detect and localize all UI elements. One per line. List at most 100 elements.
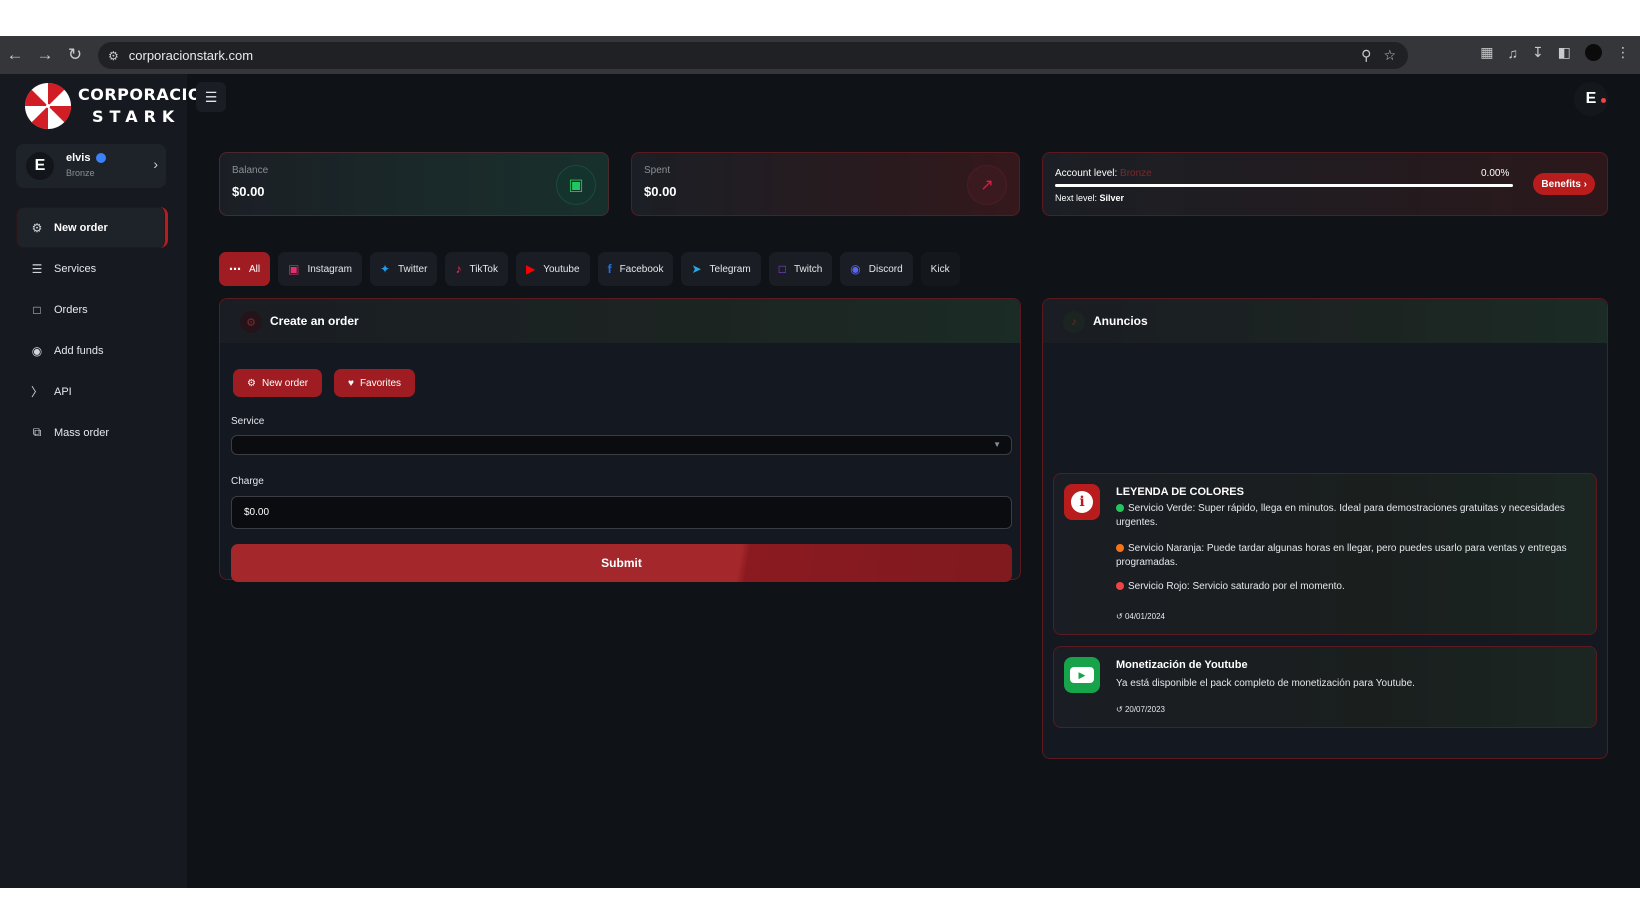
side-panel-icon[interactable]: ◧ <box>1558 44 1571 61</box>
media-icon[interactable]: ♫ <box>1508 45 1519 61</box>
browser-toolbar: ← → ↻ ⚙ corporacionstark.com ⚲ ☆ ▦ ♫ ↧ ◧… <box>0 36 1640 74</box>
submit-button[interactable]: Submit <box>231 544 1012 582</box>
benefits-button[interactable]: Benefits › <box>1533 173 1595 195</box>
tab-label: Facebook <box>619 263 664 275</box>
tab-telegram[interactable]: ➤ Telegram <box>681 252 761 286</box>
tab-twitch[interactable]: □ Twitch <box>768 252 833 286</box>
service-select[interactable]: ▼ <box>231 435 1012 455</box>
sidebar-item-new-order[interactable]: ⚙ New order <box>16 207 168 248</box>
spent-label: Spent <box>644 165 671 176</box>
account-level-label: Account level: Bronze <box>1055 168 1152 179</box>
sidebar-item-label: Orders <box>54 303 88 316</box>
announcement-line-orange: Servicio Naranja: Puede tardar algunas h… <box>1116 542 1576 570</box>
user-avatar: E <box>26 152 54 180</box>
tab-label: Kick <box>930 263 950 275</box>
tab-youtube[interactable]: ▶ Youtube <box>515 252 590 286</box>
service-label: Service <box>231 416 265 427</box>
tab-twitter[interactable]: ✦ Twitter <box>369 252 438 286</box>
tab-discord[interactable]: ◉ Discord <box>840 252 913 286</box>
address-bar[interactable]: ⚙ corporacionstark.com ⚲ ☆ <box>98 42 1408 69</box>
services-icon: ☰ <box>31 261 43 276</box>
charge-label: Charge <box>231 476 264 487</box>
new-order-button[interactable]: ⚙ New order <box>233 369 323 397</box>
sidebar-menu: ⚙ New order ☰ Services □ Orders ◉ Add fu… <box>16 207 168 453</box>
zoom-icon[interactable]: ⚲ <box>1361 47 1371 64</box>
facebook-icon: f <box>607 262 612 276</box>
telegram-icon: ➤ <box>691 262 702 276</box>
dots-icon: ⋯ <box>229 262 241 276</box>
account-level-text: Account level: <box>1055 168 1118 179</box>
announcements-title: Anuncios <box>1093 314 1148 328</box>
tab-facebook[interactable]: f Facebook <box>597 252 674 286</box>
tab-label: Instagram <box>307 263 352 275</box>
sidebar-item-orders[interactable]: □ Orders <box>16 289 168 330</box>
twitch-icon: □ <box>778 262 786 276</box>
bookmark-star-icon[interactable]: ☆ <box>1383 47 1396 64</box>
browser-menu-icon[interactable]: ⋮ <box>1616 44 1630 61</box>
tab-all[interactable]: ⋯ All <box>219 252 271 286</box>
announcement-card: ▶ Monetización de Youtube Ya está dispon… <box>1053 646 1597 728</box>
tab-label: Twitch <box>793 263 823 275</box>
chevron-right-icon: › <box>1583 178 1587 190</box>
chevron-right-icon[interactable]: › <box>153 156 158 172</box>
header-avatar[interactable]: E <box>1574 82 1608 116</box>
tab-kick[interactable]: Kick <box>920 252 960 286</box>
chart-line-icon: ↗ <box>967 165 1007 205</box>
announcement-date-text: 04/01/2024 <box>1124 612 1165 621</box>
forward-icon[interactable]: → <box>30 40 60 70</box>
extensions-icon[interactable]: ▦ <box>1480 44 1493 61</box>
sidebar: CORPORACION STARK E elvis Bronze › ⚙ New… <box>0 74 215 888</box>
back-icon[interactable]: ← <box>0 40 30 70</box>
new-order-icon: ⚙ <box>31 220 43 235</box>
announcements-header: ♪ Anuncios <box>1043 299 1607 343</box>
favorites-button-label: Favorites <box>359 377 402 389</box>
sidebar-item-label: API <box>54 385 72 398</box>
gear-icon: ⚙ <box>247 377 256 389</box>
api-icon: 〉 <box>30 385 43 399</box>
umbrella-logo-icon <box>24 82 72 130</box>
sidebar-item-services[interactable]: ☰ Services <box>16 248 168 289</box>
url-text[interactable]: corporacionstark.com <box>129 48 253 63</box>
youtube-icon: ▶ <box>1064 657 1100 693</box>
user-rank: Bronze <box>66 168 95 178</box>
history-icon: ↺ <box>1116 705 1123 714</box>
account-level-card: Account level: Bronze 0.00% Next level: … <box>1042 152 1608 216</box>
twitter-icon: ✦ <box>379 262 390 276</box>
sidebar-item-label: Add funds <box>54 344 104 357</box>
account-level-percent: 0.00% <box>1481 168 1510 179</box>
add-funds-icon: ◉ <box>31 343 43 358</box>
spent-value: $0.00 <box>644 184 677 199</box>
red-dot-icon <box>1116 582 1124 591</box>
top-margin <box>0 0 1640 36</box>
heart-icon: ♥ <box>348 377 354 389</box>
reload-icon[interactable]: ↻ <box>60 40 90 70</box>
site-info-icon[interactable]: ⚙ <box>108 49 119 63</box>
tab-instagram[interactable]: ▣ Instagram <box>278 252 362 286</box>
sidebar-item-add-funds[interactable]: ◉ Add funds <box>16 330 168 371</box>
bottom-margin <box>0 888 1640 924</box>
next-level: Next level: Silver <box>1055 193 1124 203</box>
tab-label: Telegram <box>709 263 751 275</box>
tab-tiktok[interactable]: ♪ TikTok <box>445 252 508 286</box>
discord-icon: ◉ <box>850 262 861 276</box>
sidebar-item-mass-order[interactable]: ⧉ Mass order <box>16 412 168 453</box>
tab-label: TikTok <box>469 263 498 275</box>
tab-label: All <box>249 263 261 275</box>
hamburger-menu-icon[interactable]: ☰ <box>196 82 226 112</box>
sidebar-item-api[interactable]: 〉 API <box>16 371 168 412</box>
tab-label: Twitter <box>398 263 428 275</box>
download-icon[interactable]: ↧ <box>1532 44 1544 61</box>
user-name: elvis <box>66 152 91 164</box>
browser-profile-avatar[interactable] <box>1585 44 1602 61</box>
instagram-icon: ▣ <box>288 262 300 276</box>
charge-field[interactable]: $0.00 <box>231 496 1012 529</box>
tab-label: Discord <box>868 263 903 275</box>
wallet-icon: ▣ <box>556 165 596 205</box>
next-level-label: Next level: <box>1055 193 1098 203</box>
balance-card: Balance $0.00 ▣ <box>219 152 609 216</box>
user-card[interactable]: E elvis Bronze › <box>16 144 166 188</box>
announcement-line-text: Servicio Naranja: Puede tardar algunas h… <box>1116 543 1567 568</box>
brand-logo[interactable]: CORPORACION STARK <box>24 82 216 130</box>
favorites-button[interactable]: ♥ Favorites <box>334 369 416 397</box>
announcement-date: ↺ 20/07/2023 <box>1116 705 1165 714</box>
